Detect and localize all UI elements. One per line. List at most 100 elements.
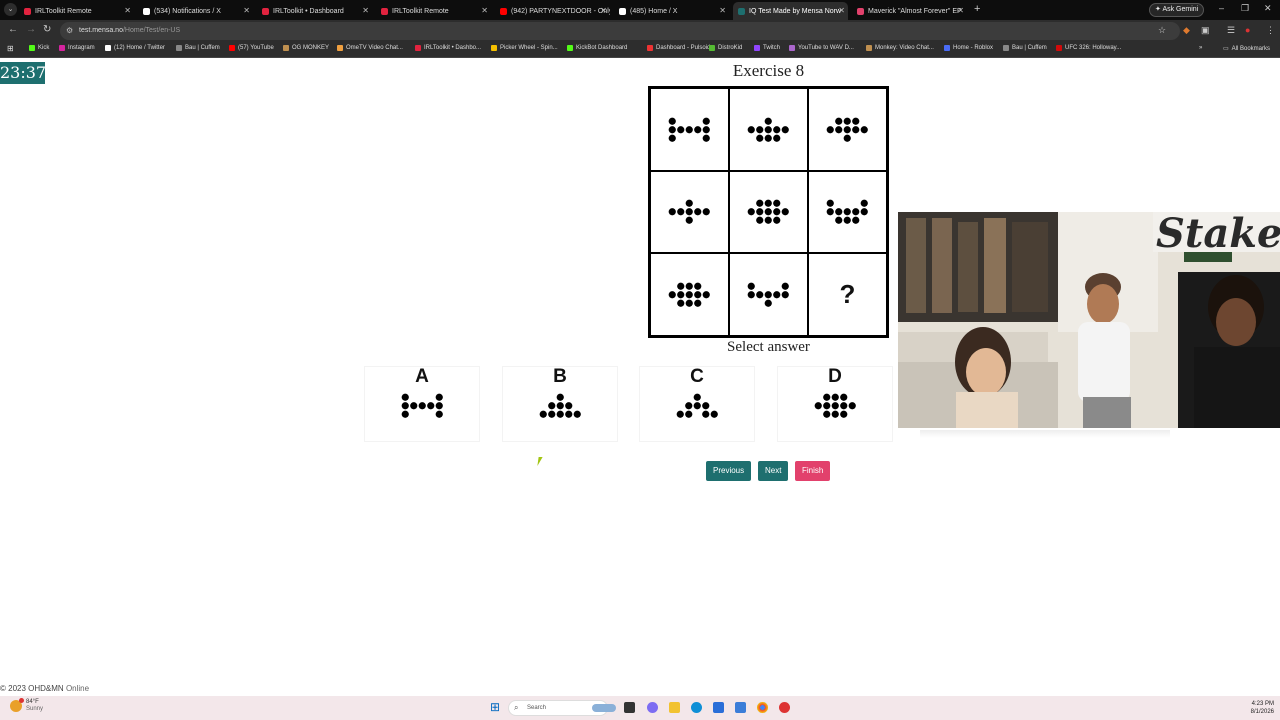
tab-close-icon[interactable]: ✕: [600, 6, 607, 15]
answer-option-d[interactable]: D: [777, 366, 893, 442]
tab-search-icon[interactable]: ⌄: [4, 3, 17, 16]
finish-button[interactable]: Finish: [795, 461, 831, 481]
bookmark-item[interactable]: Bau | Cuffem: [1003, 45, 1047, 51]
copilot-icon[interactable]: [647, 702, 658, 713]
bookmark-item[interactable]: Monkey: Video Chat...: [866, 45, 934, 51]
tab-close-icon[interactable]: ✕: [124, 6, 131, 15]
bookmark-label: UFC 326: Holloway...: [1065, 45, 1122, 51]
bookmark-star-icon[interactable]: ☆: [1158, 25, 1166, 36]
site-info-icon[interactable]: ⚙: [66, 22, 73, 40]
tab-search-icon[interactable]: ☰: [1227, 25, 1235, 36]
close-window-icon[interactable]: ✕: [1264, 3, 1272, 14]
matrix-cell: [808, 170, 887, 254]
store-icon[interactable]: [713, 702, 724, 713]
profile-avatar[interactable]: ●: [1245, 25, 1250, 35]
weather-widget[interactable]: 84°F Sunny: [10, 698, 43, 713]
forward-icon[interactable]: →: [26, 24, 36, 35]
bookmark-item[interactable]: Home - Roblox: [944, 45, 993, 51]
bookmark-item[interactable]: Dashboard - Pulsoid: [647, 45, 710, 51]
reload-icon[interactable]: ↻: [43, 24, 51, 35]
pattern-dot: [547, 402, 556, 410]
file-explorer-icon[interactable]: [669, 702, 680, 713]
all-bookmarks[interactable]: ▭ All Bookmarks: [1223, 45, 1270, 53]
system-clock[interactable]: 4:23 PM 8/1/2026: [1244, 700, 1274, 716]
answer-option-c[interactable]: C: [639, 366, 755, 442]
answer-option-a[interactable]: A: [364, 366, 480, 442]
answer-option-b[interactable]: B: [502, 366, 618, 442]
minimize-icon[interactable]: –: [1219, 3, 1224, 13]
browser-tab[interactable]: IQ Test Made by Mensa Norw ✕: [733, 2, 848, 20]
bookmark-item[interactable]: (57) YouTube: [229, 45, 274, 51]
browser-tab[interactable]: IRLToolkit Remote ✕: [376, 2, 491, 20]
option-letter: B: [553, 366, 567, 387]
browser-menu-icon[interactable]: ⋮: [1266, 25, 1275, 36]
tab-title: IRLToolkit Remote: [392, 7, 449, 15]
apps-grid-icon[interactable]: ⊞: [7, 44, 14, 53]
bookmark-item[interactable]: DistroKid: [709, 45, 742, 51]
tab-close-icon[interactable]: ✕: [838, 6, 845, 15]
tab-close-icon[interactable]: ✕: [243, 6, 250, 15]
webcam-overlay: Stake: [898, 212, 1280, 428]
start-windows-icon[interactable]: ⊞: [490, 701, 500, 713]
ask-gemini-button[interactable]: ✦ Ask Gemini: [1149, 3, 1205, 17]
pattern-dot: [843, 125, 852, 133]
browser-tab[interactable]: (942) PARTYNEXTDOOR - Only ✕: [495, 2, 610, 20]
edge-icon[interactable]: [691, 702, 702, 713]
bookmark-item[interactable]: Bau | Cuffem: [176, 45, 220, 51]
address-bar[interactable]: ⚙ test.mensa.no/Home/Test/en-US: [60, 22, 1180, 40]
question-mark: ?: [839, 279, 856, 310]
bookmark-item[interactable]: IRLToolkit • Dashbo...: [415, 45, 481, 51]
search-highlight-icon[interactable]: [592, 704, 616, 712]
pattern-dot: [564, 402, 573, 410]
bookmark-item[interactable]: Twitch: [754, 45, 780, 51]
previous-button[interactable]: Previous: [706, 461, 752, 481]
pattern-dot: [839, 410, 848, 418]
browser-tab-strip: ⌄ IRLToolkit Remote ✕ (534) Notifications …: [0, 0, 1280, 20]
bookmark-item[interactable]: OG MONKEY: [283, 45, 329, 51]
bookmark-favicon-icon: [1056, 45, 1062, 51]
pattern-dot: [831, 410, 839, 418]
extension-icon[interactable]: ◆: [1183, 25, 1190, 36]
new-tab-plus-icon[interactable]: +: [974, 3, 980, 15]
tab-close-icon[interactable]: ✕: [362, 6, 369, 15]
pattern-dot: [822, 402, 831, 410]
bookmark-item[interactable]: KickBot Dashboard: [567, 45, 627, 51]
pattern-dot: [756, 291, 764, 299]
pattern-dot: [839, 402, 848, 410]
restore-icon[interactable]: ❐: [1241, 3, 1249, 14]
browser-tab[interactable]: IRLToolkit Remote ✕: [19, 2, 134, 20]
pattern-dot: [773, 199, 781, 208]
pattern-dot: [764, 117, 773, 125]
browser-tab[interactable]: IRLToolkit • Dashboard ✕: [257, 2, 372, 20]
browser-tab[interactable]: (485) Home / X ✕: [614, 2, 729, 20]
matrix-cell: [729, 88, 808, 171]
pattern-dot: [835, 125, 843, 133]
task-view-icon[interactable]: [624, 702, 635, 713]
bookmark-item[interactable]: UFC 326: Holloway...: [1056, 45, 1121, 51]
pattern-dot: [401, 402, 409, 410]
pattern-dot: [685, 216, 694, 225]
tab-close-icon[interactable]: ✕: [719, 6, 726, 15]
browser-tab[interactable]: Maverick "Almost Forever" EP ✕: [852, 2, 967, 20]
tab-title: IRLToolkit • Dashboard: [273, 7, 344, 15]
pattern-dot: [556, 410, 564, 418]
bookmark-item[interactable]: Picker Wheel - Spin...: [491, 45, 558, 51]
pattern-dot: [693, 402, 701, 410]
next-button[interactable]: Next: [758, 461, 789, 481]
pattern-dot: [685, 299, 694, 307]
back-icon[interactable]: ←: [8, 24, 18, 35]
browser-tab[interactable]: (534) Notifications / X ✕: [138, 2, 253, 20]
bookmark-item[interactable]: (12) Home / Twitter: [105, 45, 165, 51]
chrome-icon[interactable]: [757, 702, 768, 713]
tab-close-icon[interactable]: ✕: [957, 6, 964, 15]
bookmark-item[interactable]: YouTube to WAV D...: [789, 45, 854, 51]
more-bookmarks-icon[interactable]: »: [1199, 45, 1202, 51]
app-red-icon[interactable]: [779, 702, 790, 713]
countdown-timer: 23:37: [0, 62, 47, 84]
extensions-puzzle-icon[interactable]: ▣: [1201, 25, 1210, 36]
bookmark-item[interactable]: Instagram: [59, 45, 95, 51]
bookmark-item[interactable]: OmeTV Video Chat...: [337, 45, 403, 51]
bookmark-item[interactable]: Kick: [29, 45, 49, 51]
tab-close-icon[interactable]: ✕: [481, 6, 488, 15]
app-icon[interactable]: [735, 702, 746, 713]
